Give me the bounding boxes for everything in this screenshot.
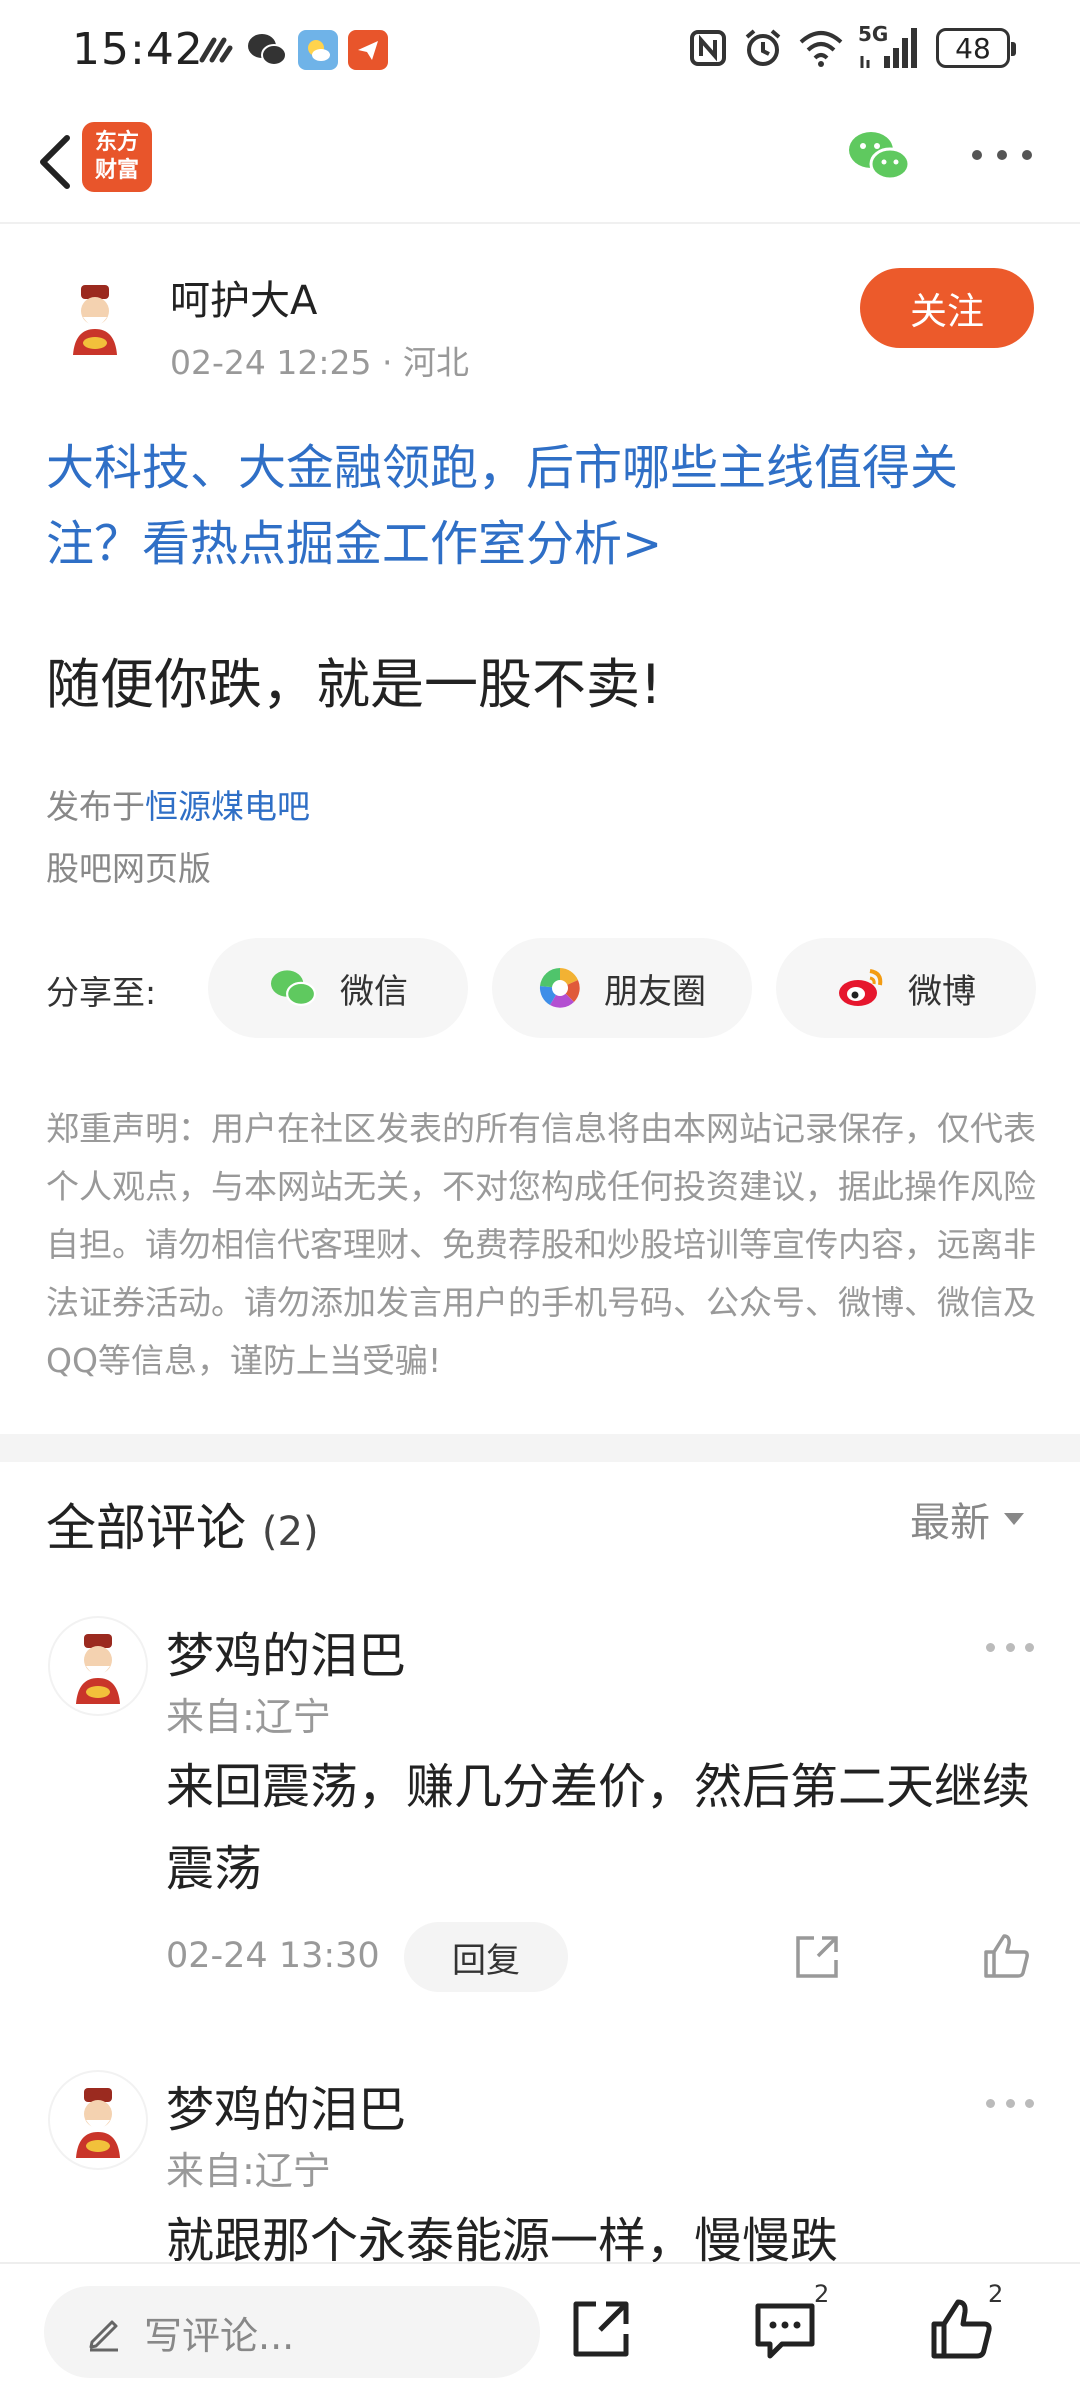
share-wechat-label: 微信 xyxy=(340,971,408,1012)
like-count-badge: 2 xyxy=(988,2280,1004,2308)
signal-icon: 5G xyxy=(858,22,922,70)
fortune-god-avatar-icon xyxy=(73,285,117,355)
fortune-god-avatar-icon xyxy=(76,1634,120,1704)
comments-count: (2) xyxy=(261,1509,319,1555)
comment-text: 来回震荡，赚几分差价，然后第二天继续震荡 xyxy=(166,1759,1031,1897)
dot-icon xyxy=(1025,1642,1034,1652)
posted-in: 发布于恒源煤电吧 xyxy=(46,780,310,828)
status-time: 15:42 xyxy=(72,24,204,75)
wifi-icon xyxy=(799,31,843,67)
commenter-location: 来自:辽宁 xyxy=(166,1695,331,1739)
dot-icon xyxy=(1005,1642,1015,1652)
reply-button[interactable]: 回复 xyxy=(404,1922,568,1992)
pencil-icon xyxy=(89,2320,118,2352)
posted-in-prefix: 发布于 xyxy=(46,787,145,826)
post-body: 随便你跌，就是一股不卖! xyxy=(46,653,662,716)
fortune-god-avatar-icon xyxy=(76,2088,120,2158)
post-source: 股吧网页版 xyxy=(46,849,211,888)
share-icon[interactable] xyxy=(792,1932,842,1982)
send-app-icon xyxy=(348,30,388,70)
forum-link[interactable]: 恒源煤电吧 xyxy=(145,787,310,826)
moments-icon xyxy=(539,967,580,1008)
comment-count-badge: 2 xyxy=(814,2280,830,2308)
author-name[interactable]: 呵护大A xyxy=(170,268,317,326)
comment-input[interactable]: 写评论... xyxy=(44,2286,540,2378)
wechat-icon xyxy=(849,132,911,181)
alarm-icon xyxy=(745,29,781,66)
sort-label: 最新 xyxy=(910,1500,990,1546)
nav-bar: 东方 财富 xyxy=(0,100,1080,224)
promo-headline-link[interactable]: 大科技、大金融领跑，后市哪些主线值得关注？看热点掘金工作室分析> xyxy=(46,430,1046,582)
dot-icon xyxy=(986,1642,995,1652)
section-divider xyxy=(0,1434,1080,1462)
status-app-icons xyxy=(196,30,388,70)
nfc-icon xyxy=(690,30,726,66)
comment-time: 02-24 13:30 xyxy=(166,1936,380,1976)
back-button[interactable] xyxy=(20,122,90,202)
more-options-button[interactable] xyxy=(972,140,1032,170)
comment-more-button[interactable] xyxy=(986,1640,1034,1654)
comments-title: 全部评论 xyxy=(46,1499,246,1557)
commenter-name[interactable]: 梦鸡的泪巴 xyxy=(166,1616,406,1686)
commenter-avatar[interactable] xyxy=(48,2070,148,2170)
logo-line-2: 财富 xyxy=(94,158,139,183)
weather-app-icon xyxy=(298,30,338,70)
wechat-share-button[interactable] xyxy=(846,126,912,186)
share-icon[interactable] xyxy=(566,2294,636,2364)
app-logo[interactable]: 东方 财富 xyxy=(82,122,152,192)
post-meta: 02-24 12:25 · 河北 xyxy=(170,343,469,382)
disclaimer-text: 郑重声明：用户在社区发表的所有信息将由本网站记录保存，仅代表个人观点，与本网站无… xyxy=(46,1109,1036,1380)
wechat-icon xyxy=(271,970,317,1006)
swipe-icon xyxy=(199,37,233,63)
caret-down-icon xyxy=(1004,1513,1024,1525)
wechat-status-icon xyxy=(248,34,287,66)
logo-line-1: 东方 xyxy=(94,130,139,155)
comment-icon[interactable] xyxy=(750,2294,820,2364)
battery-indicator: 48 xyxy=(936,28,1016,68)
dot-icon xyxy=(1025,2098,1034,2108)
share-weibo-label: 微博 xyxy=(908,971,976,1012)
sort-dropdown[interactable]: 最新 xyxy=(910,1490,1024,1548)
bottom-bar: 写评论... 2 2 xyxy=(0,2262,1080,2400)
comment-placeholder: 写评论... xyxy=(144,2313,295,2358)
share-moments-button[interactable]: 朋友圈 xyxy=(492,938,752,1038)
commenter-location: 来自:辽宁 xyxy=(166,2149,331,2193)
dot-icon xyxy=(986,2098,995,2108)
status-bar: 15:42 5G 48 xyxy=(0,0,1080,100)
comments-header: 全部评论 (2) xyxy=(46,1488,319,1560)
weibo-icon xyxy=(839,969,883,1006)
dot-icon xyxy=(1005,2098,1015,2108)
thumbs-up-icon[interactable] xyxy=(926,2294,996,2364)
comment-more-button[interactable] xyxy=(986,2096,1034,2110)
status-right-icons: 5G 48 xyxy=(688,22,1016,70)
dot-icon xyxy=(1022,150,1032,160)
commenter-name[interactable]: 梦鸡的泪巴 xyxy=(166,2070,406,2140)
dot-icon xyxy=(972,150,982,160)
share-wechat-button[interactable]: 微信 xyxy=(208,938,468,1038)
thumbs-up-icon[interactable] xyxy=(980,1930,1032,1982)
commenter-avatar[interactable] xyxy=(48,1616,148,1716)
share-moments-label: 朋友圈 xyxy=(604,971,706,1012)
author-avatar[interactable] xyxy=(50,272,140,362)
share-label: 分享至: xyxy=(46,973,157,1012)
follow-button[interactable]: 关注 xyxy=(860,268,1034,348)
dot-icon xyxy=(997,150,1007,160)
chevron-left-icon xyxy=(40,135,70,189)
share-weibo-button[interactable]: 微博 xyxy=(776,938,1036,1038)
